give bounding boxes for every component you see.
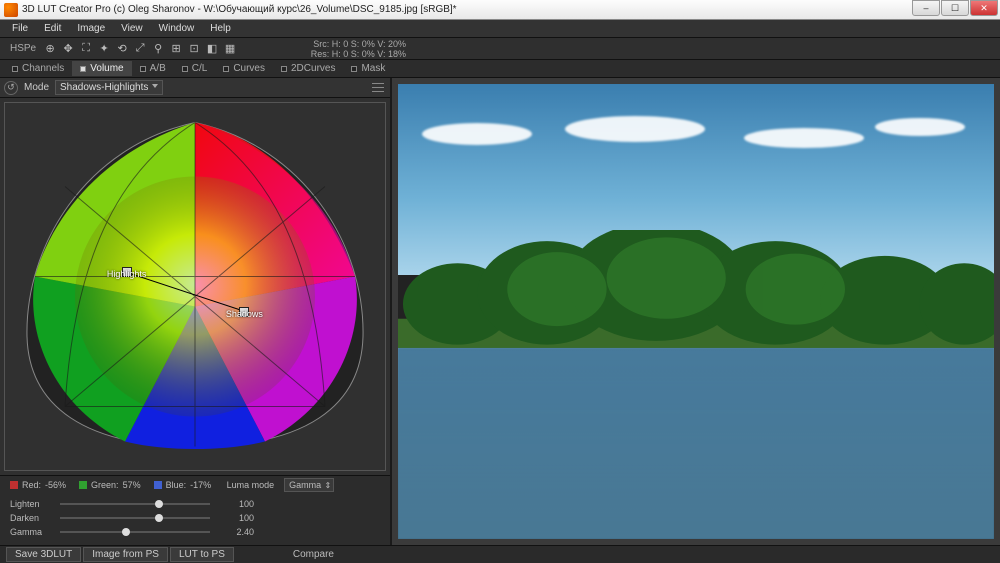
gamut-svg xyxy=(5,103,385,470)
colorspace-label[interactable]: HSPe xyxy=(4,43,42,54)
tool-box-icon[interactable]: ⊡ xyxy=(186,41,202,57)
tab-cl[interactable]: C/L xyxy=(174,61,216,76)
window-title: 3D LUT Creator Pro (c) Oleg Sharonov - W… xyxy=(22,4,457,15)
close-button[interactable]: ✕ xyxy=(970,0,998,16)
luma-label: Luma mode xyxy=(227,480,275,490)
tool-star-icon[interactable]: ✦ xyxy=(96,41,112,57)
blue-value[interactable]: -17% xyxy=(190,480,211,490)
tool-target-icon[interactable]: ⊕ xyxy=(42,41,58,57)
image-from-ps-button[interactable]: Image from PS xyxy=(83,547,168,562)
darken-handle[interactable] xyxy=(155,514,163,522)
menu-bar: File Edit Image View Window Help xyxy=(0,20,1000,38)
minimize-button[interactable]: – xyxy=(912,0,940,16)
reset-icon[interactable]: ↺ xyxy=(4,81,18,95)
main-area: ↺ Mode Shadows-Highlights xyxy=(0,78,1000,545)
maximize-button[interactable]: ☐ xyxy=(941,0,969,16)
tab-row: Channels Volume A/B C/L Curves 2DCurves … xyxy=(0,60,1000,78)
mode-label: Mode xyxy=(24,82,49,93)
tool-rotate-icon[interactable]: ⟲ xyxy=(114,41,130,57)
tool-scale-icon[interactable]: ⤢ xyxy=(132,41,148,57)
readout-src: Src: H: 0 S: 0% V: 20% xyxy=(311,39,406,49)
panel-menu-icon[interactable] xyxy=(372,82,384,94)
tool-row: HSPe ⊕ ✥ ⛶ ✦ ⟲ ⤢ ⚲ ⊞ ⊡ ◧ ▦ Src: H: 0 S: … xyxy=(0,38,1000,60)
gamut-area[interactable]: Highlights Shadows xyxy=(4,102,386,471)
tool-zoom-icon[interactable]: ⚲ xyxy=(150,41,166,57)
compare-button[interactable]: Compare xyxy=(293,549,334,560)
darken-value[interactable]: 100 xyxy=(218,513,254,523)
tab-2dcurves[interactable]: 2DCurves xyxy=(273,61,343,76)
mode-dropdown[interactable]: Shadows-Highlights xyxy=(55,80,163,95)
darken-track[interactable] xyxy=(60,517,210,519)
preview-image[interactable] xyxy=(398,84,994,539)
menu-edit[interactable]: Edit xyxy=(36,21,69,36)
mode-bar: ↺ Mode Shadows-Highlights xyxy=(0,78,390,98)
slider-gamma: Gamma 2.40 xyxy=(10,525,380,539)
menu-file[interactable]: File xyxy=(4,21,36,36)
menu-help[interactable]: Help xyxy=(202,21,239,36)
tool-stretch-icon[interactable]: ⛶ xyxy=(78,41,94,57)
green-value[interactable]: 57% xyxy=(123,480,141,490)
save-3dlut-button[interactable]: Save 3DLUT xyxy=(6,547,81,562)
volume-panel: ↺ Mode Shadows-Highlights xyxy=(0,78,392,545)
title-bar: 3D LUT Creator Pro (c) Oleg Sharonov - W… xyxy=(0,0,1000,20)
tool-icons: ⊕ ✥ ⛶ ✦ ⟲ ⤢ ⚲ ⊞ ⊡ ◧ ▦ xyxy=(42,41,238,57)
lighten-track[interactable] xyxy=(60,503,210,505)
rgb-row: Red: -56% Green: 57% Blue: -17% Luma mod… xyxy=(0,475,390,493)
green-label: Green: xyxy=(91,480,119,490)
gamma-track[interactable] xyxy=(60,531,210,533)
menu-image[interactable]: Image xyxy=(69,21,113,36)
slider-darken: Darken 100 xyxy=(10,511,380,525)
readout-res: Res: H: 0 S: 0% V: 18% xyxy=(311,49,406,59)
green-swatch xyxy=(79,481,87,489)
color-readouts: Src: H: 0 S: 0% V: 20% Res: H: 0 S: 0% V… xyxy=(311,39,406,59)
highlights-label: Highlights xyxy=(107,269,147,279)
preview-panel xyxy=(392,78,1000,545)
app-icon xyxy=(4,3,18,17)
tab-ab[interactable]: A/B xyxy=(132,61,174,76)
chevron-down-icon xyxy=(152,84,158,88)
menu-window[interactable]: Window xyxy=(151,21,203,36)
tab-curves[interactable]: Curves xyxy=(215,61,273,76)
red-value[interactable]: -56% xyxy=(45,480,66,490)
luma-dropdown[interactable]: Gamma ⇕ xyxy=(284,478,334,492)
slider-lighten: Lighten 100 xyxy=(10,497,380,511)
tab-channels[interactable]: Channels xyxy=(4,61,72,76)
tab-volume[interactable]: Volume xyxy=(72,61,131,76)
gamma-value[interactable]: 2.40 xyxy=(218,527,254,537)
blue-swatch xyxy=(154,481,162,489)
lighten-value[interactable]: 100 xyxy=(218,499,254,509)
sliders: Lighten 100 Darken 100 Gamma 2.40 xyxy=(0,493,390,545)
tool-split-icon[interactable]: ◧ xyxy=(204,41,220,57)
bottom-bar: Save 3DLUT Image from PS LUT to PS Compa… xyxy=(0,545,1000,563)
tool-pattern-icon[interactable]: ▦ xyxy=(222,41,238,57)
gamma-handle[interactable] xyxy=(122,528,130,536)
menu-view[interactable]: View xyxy=(113,21,151,36)
red-label: Red: xyxy=(22,480,41,490)
shadows-label: Shadows xyxy=(226,309,263,319)
blue-label: Blue: xyxy=(166,480,187,490)
red-swatch xyxy=(10,481,18,489)
window-controls: – ☐ ✕ xyxy=(911,0,998,18)
lighten-handle[interactable] xyxy=(155,500,163,508)
tab-mask[interactable]: Mask xyxy=(343,61,393,76)
tool-grid-icon[interactable]: ⊞ xyxy=(168,41,184,57)
tool-move-icon[interactable]: ✥ xyxy=(60,41,76,57)
lut-to-ps-button[interactable]: LUT to PS xyxy=(170,547,234,562)
